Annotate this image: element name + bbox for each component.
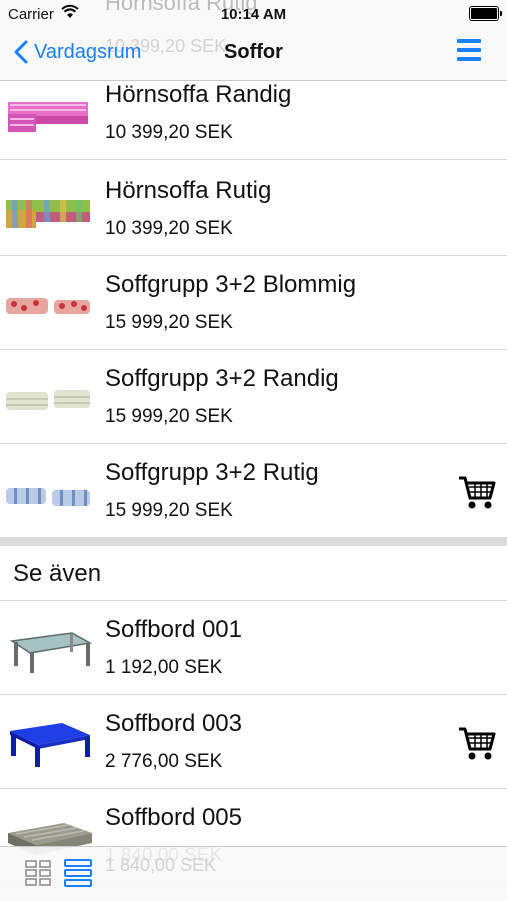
grid-view-icon[interactable] <box>25 860 52 887</box>
status-bar: Carrier 10:14 AM <box>0 0 507 28</box>
product-name: Soffbord 005 <box>105 804 243 831</box>
product-price: 15 999,20 SEK <box>105 406 233 427</box>
sofa-set-checked-icon <box>6 488 90 506</box>
bottom-toolbar: 1 840,00 SEK <box>0 846 507 901</box>
corner-sofa-striped-icon <box>8 102 88 132</box>
product-name: Soffgrupp 3+2 Rutig <box>105 459 319 486</box>
product-price: 10 399,20 SEK <box>105 218 233 239</box>
scrolled-row-price: 1 840,00 SEK <box>105 855 217 875</box>
cart-icon[interactable] <box>457 472 497 512</box>
product-name: Soffbord 001 <box>105 616 243 643</box>
product-price: 10 399,20 SEK <box>105 122 233 143</box>
product-name: Hörnsoffa Randig <box>105 81 292 108</box>
product-name: Soffgrupp 3+2 Randig <box>105 365 339 392</box>
clock: 10:14 AM <box>220 6 287 23</box>
product-name: Soffgrupp 3+2 Blommig <box>105 271 357 298</box>
product-row[interactable]: Soffgrupp 3+2 Randig 15 999,20 SEK <box>0 350 507 444</box>
blue-table-icon <box>10 723 90 767</box>
section-divider <box>0 537 507 546</box>
sofa-set-striped-icon <box>6 390 90 410</box>
section-title: Se även <box>13 560 102 587</box>
list-view-icon[interactable] <box>64 858 92 888</box>
product-row[interactable]: Soffbord 003 2 776,00 SEK <box>0 695 507 789</box>
product-price: 15 999,20 SEK <box>105 500 233 521</box>
glass-table-icon <box>9 632 93 673</box>
product-name: Soffbord 003 <box>105 710 243 737</box>
product-price: 1 192,00 SEK <box>105 657 223 678</box>
cart-icon[interactable] <box>457 723 497 763</box>
product-row[interactable]: Soffbord 001 1 192,00 SEK <box>0 601 507 695</box>
battery-icon <box>469 6 502 21</box>
product-price: 15 999,20 SEK <box>105 312 233 333</box>
corner-sofa-checked-icon <box>6 200 90 228</box>
section-header: Se även <box>0 546 507 601</box>
product-row[interactable]: Soffgrupp 3+2 Blommig 15 999,20 SEK <box>0 256 507 350</box>
product-name: Hörnsoffa Rutig <box>105 177 272 204</box>
product-price: 2 776,00 SEK <box>105 751 223 772</box>
sofa-set-floral-icon <box>6 298 90 314</box>
page-title: Soffor <box>224 41 283 63</box>
product-row[interactable]: Soffgrupp 3+2 Rutig 15 999,20 SEK <box>0 444 507 538</box>
menu-icon[interactable] <box>457 39 481 61</box>
product-row[interactable]: Hörnsoffa Rutig 10 399,20 SEK <box>0 162 507 256</box>
